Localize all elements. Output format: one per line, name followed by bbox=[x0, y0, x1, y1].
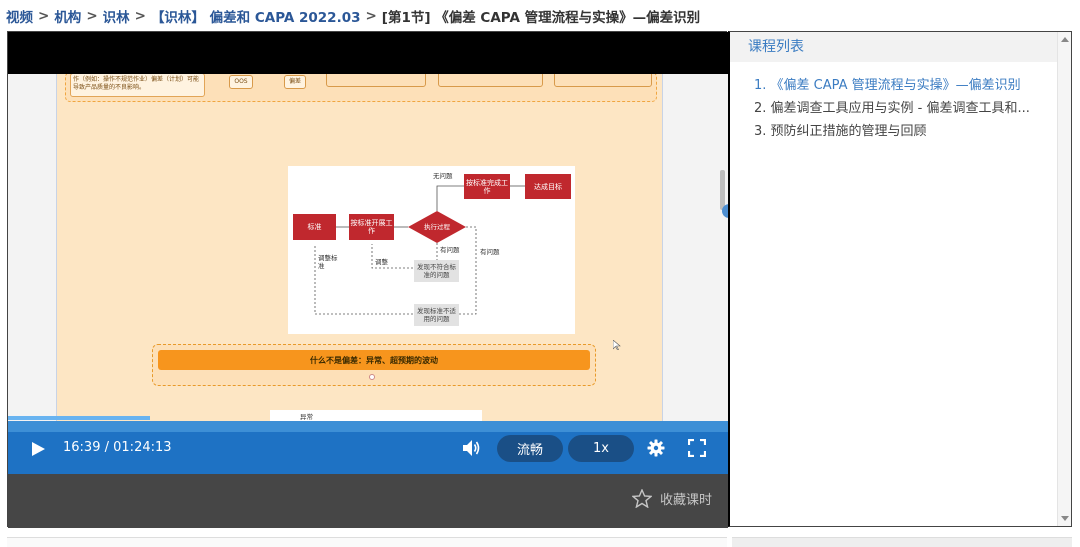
scroll-up-icon[interactable] bbox=[1061, 37, 1069, 42]
fullscreen-icon[interactable] bbox=[688, 439, 706, 457]
below-content-right bbox=[732, 537, 1072, 547]
course-list-panel: 课程列表 1. 《偏差 CAPA 管理流程与实操》—偏差识别 2. 偏差调查工具… bbox=[728, 31, 1072, 527]
flow-label-adjust-standard: 调整标准 bbox=[318, 254, 338, 270]
course-list: 1. 《偏差 CAPA 管理流程与实操》—偏差识别 2. 偏差调查工具应用与实例… bbox=[754, 74, 1044, 143]
slide-orange-box: 什么不是偏差：异常、超预期的波动 bbox=[152, 344, 596, 386]
breadcrumb-separator: > bbox=[134, 8, 146, 24]
player-controls: 16:39 / 01:24:13 流畅 1x bbox=[8, 432, 728, 474]
course-item-3[interactable]: 3. 预防纠正措施的管理与回顾 bbox=[754, 120, 1039, 143]
slide-empty-box bbox=[438, 74, 543, 87]
flow-node-inapplicable: 发现标准不适用的问题 bbox=[414, 304, 459, 326]
flow-label-no-problem: 无问题 bbox=[433, 172, 453, 180]
favorite-label: 收藏课时 bbox=[659, 493, 712, 508]
breadcrumb-separator: > bbox=[38, 8, 50, 24]
course-item-2[interactable]: 2. 偏差调查工具应用与实例 - 偏差调查工具和... bbox=[754, 97, 1039, 120]
play-icon[interactable] bbox=[30, 441, 46, 457]
total-time: 01:24:13 bbox=[113, 440, 172, 455]
flow-label-has-problem: 有问题 bbox=[440, 246, 460, 254]
progress-played[interactable] bbox=[8, 416, 150, 420]
flow-label-adjust: 调整 bbox=[375, 258, 388, 266]
flow-node-complete: 按标准完成工作 bbox=[464, 174, 510, 199]
video-frame[interactable]: 作（例如：操作不规范作业）偏差（计划）可能导致产品质量的不良影响。 OOS 偏差 bbox=[8, 32, 728, 432]
breadcrumb-separator: > bbox=[365, 8, 377, 24]
breadcrumb-org[interactable]: 机构 bbox=[54, 6, 81, 26]
favorite-button[interactable]: 收藏课时 bbox=[631, 489, 712, 508]
speed-button[interactable]: 1x bbox=[568, 435, 634, 462]
time-display: 16:39 / 01:24:13 bbox=[63, 439, 172, 457]
slide-top-text: 作（例如：操作不规范作业）偏差（计划）可能导致产品质量的不良影响。 bbox=[70, 74, 205, 97]
flowchart: 标准 按标准开展工作 执行过程 按标准完成工作 达成目标 无问题 有问题 有问题… bbox=[288, 166, 575, 334]
slide-empty-box bbox=[326, 74, 426, 87]
slide-empty-box bbox=[554, 74, 652, 87]
scroll-down-icon[interactable] bbox=[1061, 516, 1069, 521]
breadcrumb-shilin[interactable]: 识林 bbox=[103, 6, 130, 26]
breadcrumb-video[interactable]: 视频 bbox=[6, 6, 33, 26]
video-player[interactable]: 作（例如：操作不规范作业）偏差（计划）可能导致产品质量的不良影响。 OOS 偏差 bbox=[7, 31, 728, 528]
slide-scroll-thumb bbox=[720, 170, 725, 210]
star-icon bbox=[631, 489, 652, 508]
slide-page: 作（例如：操作不规范作业）偏差（计划）可能导致产品质量的不良影响。 OOS 偏差 bbox=[56, 74, 663, 432]
breadcrumb-course[interactable]: 【识林】 偏差和 CAPA 2022.03 bbox=[151, 6, 361, 26]
course-list-scrollbar[interactable] bbox=[1057, 32, 1071, 526]
player-footer: 收藏课时 bbox=[8, 474, 728, 528]
volume-icon[interactable] bbox=[462, 439, 482, 457]
flow-label-has-problem: 有问题 bbox=[480, 248, 500, 256]
flow-node-execute: 执行过程 bbox=[424, 223, 450, 231]
course-item-1[interactable]: 1. 《偏差 CAPA 管理流程与实操》—偏差识别 bbox=[754, 74, 1039, 97]
flow-node-standard: 标准 bbox=[293, 214, 336, 240]
breadcrumb: 视频 > 机构 > 识林 > 【识林】 偏差和 CAPA 2022.03 > [… bbox=[6, 6, 700, 26]
gear-icon[interactable] bbox=[647, 439, 665, 457]
current-time: 16:39 bbox=[63, 440, 101, 455]
slide-chart-caption: 异常 bbox=[300, 413, 313, 421]
breadcrumb-separator: > bbox=[86, 8, 98, 24]
slide-pill-deviation: 偏差 bbox=[284, 75, 306, 89]
breadcrumb-current-lesson: [第1节] 《偏差 CAPA 管理流程与实操》—偏差识别 bbox=[381, 10, 701, 26]
mouse-cursor-icon bbox=[613, 340, 621, 350]
flow-node-work: 按标准开展工作 bbox=[349, 214, 394, 240]
flow-node-goal: 达成目标 bbox=[525, 174, 571, 199]
course-list-title: 课程列表 bbox=[730, 32, 1058, 62]
flow-node-nonconform: 发现不符合标准的问题 bbox=[414, 260, 459, 282]
slide-content: 作（例如：操作不规范作业）偏差（计划）可能导致产品质量的不良影响。 OOS 偏差 bbox=[8, 74, 728, 432]
quality-button[interactable]: 流畅 bbox=[497, 435, 563, 462]
below-content-left bbox=[7, 537, 727, 547]
slide-orange-bar: 什么不是偏差：异常、超预期的波动 bbox=[158, 350, 590, 370]
slide-pill-oos: OOS bbox=[229, 75, 253, 89]
slide-dot bbox=[369, 374, 375, 380]
slide-top-box: 作（例如：操作不规范作业）偏差（计划）可能导致产品质量的不良影响。 OOS 偏差 bbox=[65, 74, 657, 102]
time-separator: / bbox=[104, 440, 109, 455]
